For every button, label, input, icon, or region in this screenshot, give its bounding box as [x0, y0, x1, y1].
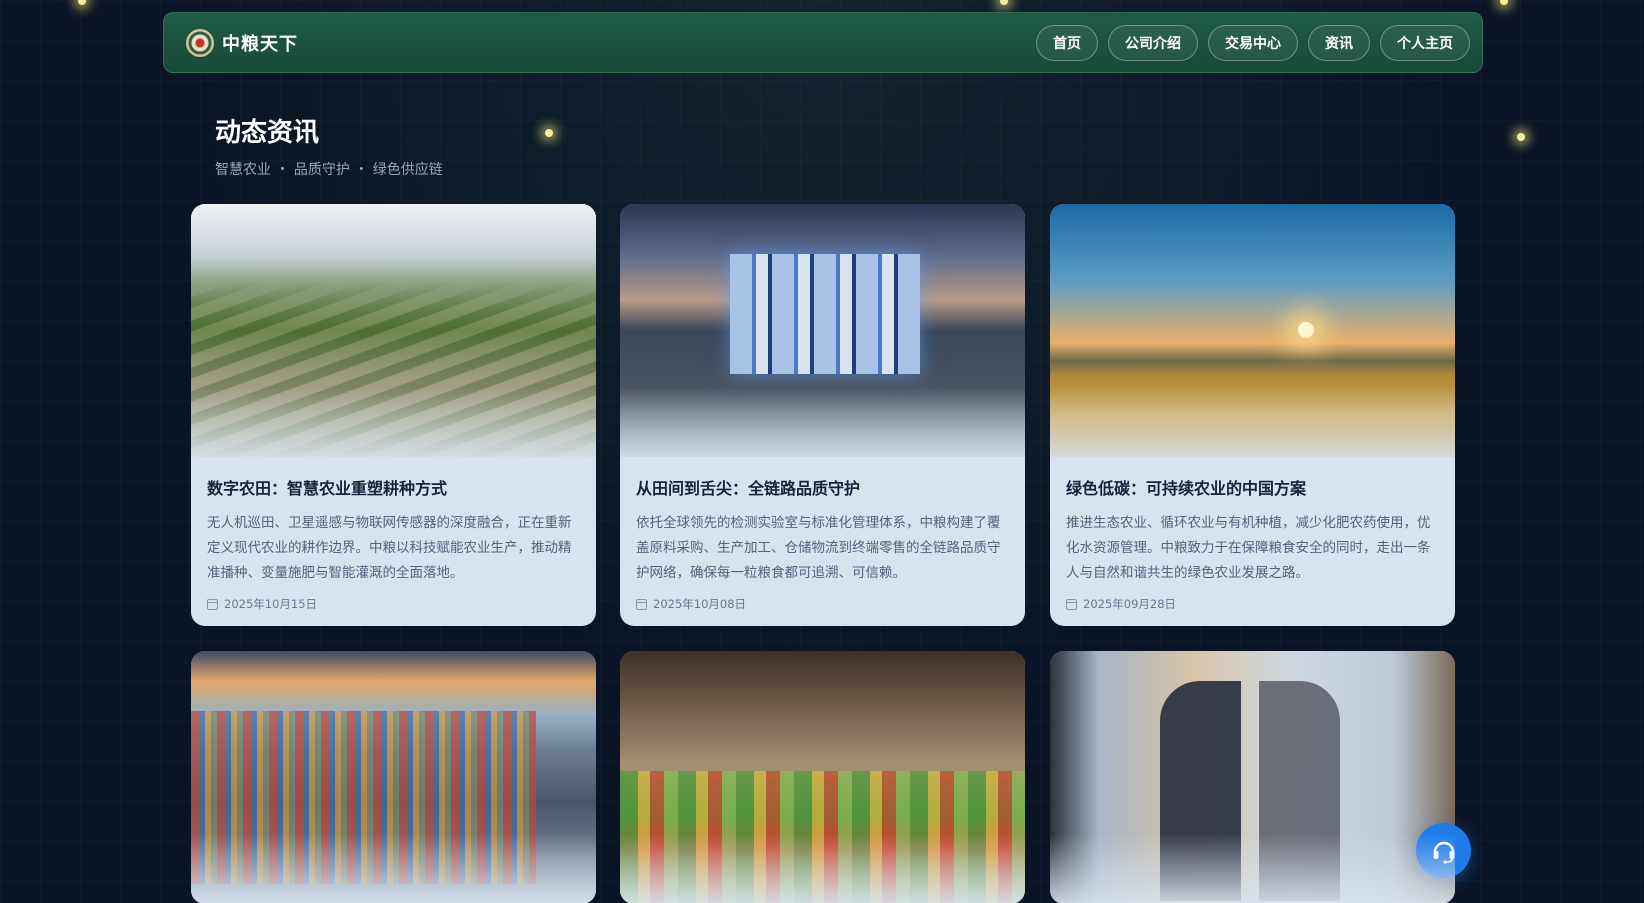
nav-home[interactable]: 首页	[1036, 24, 1098, 61]
card-description: 推进生态农业、循环农业与有机种植，减少化肥农药使用，优化水资源管理。中粮致力于在…	[1066, 515, 1431, 581]
calendar-icon	[636, 598, 647, 610]
top-navbar: 中粮天下 首页 公司介绍 交易中心 资讯 个人主页	[163, 12, 1483, 73]
main-nav: 首页 公司介绍 交易中心 资讯 个人主页	[1036, 24, 1470, 61]
nav-trading-center[interactable]: 交易中心	[1208, 24, 1298, 61]
nav-profile[interactable]: 个人主页	[1380, 24, 1470, 61]
calendar-icon	[207, 598, 218, 610]
glow-light	[1500, 0, 1508, 5]
business-handshake-image	[1050, 651, 1455, 903]
container-port-image	[191, 651, 596, 903]
news-card[interactable]: 从田间到舌尖：全链路品质守护 依托全球领先的检测实验室与标准化管理体系，中粮构建…	[620, 204, 1025, 626]
news-card[interactable]: 绿色低碳：可持续农业的中国方案 推进生态农业、循环农业与有机种植，减少化肥农药使…	[1050, 204, 1455, 626]
card-description: 依托全球领先的检测实验室与标准化管理体系，中粮构建了覆盖原料采购、生产加工、仓储…	[636, 515, 1001, 581]
card-date: 2025年09月28日	[1066, 596, 1439, 612]
card-date-text: 2025年10月15日	[224, 597, 318, 611]
nav-news[interactable]: 资讯	[1308, 24, 1370, 61]
page-subtitle: 智慧农业 ・ 品质守护 ・ 绿色供应链	[215, 162, 443, 178]
card-date: 2025年10月08日	[636, 596, 1009, 612]
card-title: 绿色低碳：可持续农业的中国方案	[1066, 479, 1307, 498]
wheat-field-image	[1050, 204, 1455, 457]
grain-silo-image	[620, 204, 1025, 457]
card-date-text: 2025年09月28日	[1083, 597, 1177, 611]
news-card[interactable]	[191, 651, 596, 903]
card-date-text: 2025年10月08日	[653, 597, 747, 611]
nav-company-intro[interactable]: 公司介绍	[1108, 24, 1198, 61]
supermarket-image	[620, 651, 1025, 903]
terraced-fields-image	[191, 204, 596, 457]
card-title: 数字农田：智慧农业重塑耕种方式	[207, 479, 448, 498]
brand-name: 中粮天下	[222, 33, 298, 55]
brand[interactable]: 中粮天下	[186, 28, 298, 57]
calendar-icon	[1066, 598, 1077, 610]
news-card[interactable]: 数字农田：智慧农业重塑耕种方式 无人机巡田、卫星遥感与物联网传感器的深度融合，正…	[191, 204, 596, 626]
news-card[interactable]	[1050, 651, 1455, 903]
glow-light	[78, 0, 86, 5]
card-title: 从田间到舌尖：全链路品质守护	[636, 479, 861, 498]
news-card[interactable]	[620, 651, 1025, 903]
glow-light	[1517, 133, 1525, 141]
brand-logo	[186, 28, 214, 57]
glow-light	[1000, 0, 1008, 5]
page-title: 动态资讯	[215, 118, 320, 148]
card-description: 无人机巡田、卫星遥感与物联网传感器的深度融合，正在重新定义现代农业的耕作边界。中…	[207, 515, 572, 581]
glow-light	[545, 129, 553, 137]
card-date: 2025年10月15日	[207, 596, 580, 612]
